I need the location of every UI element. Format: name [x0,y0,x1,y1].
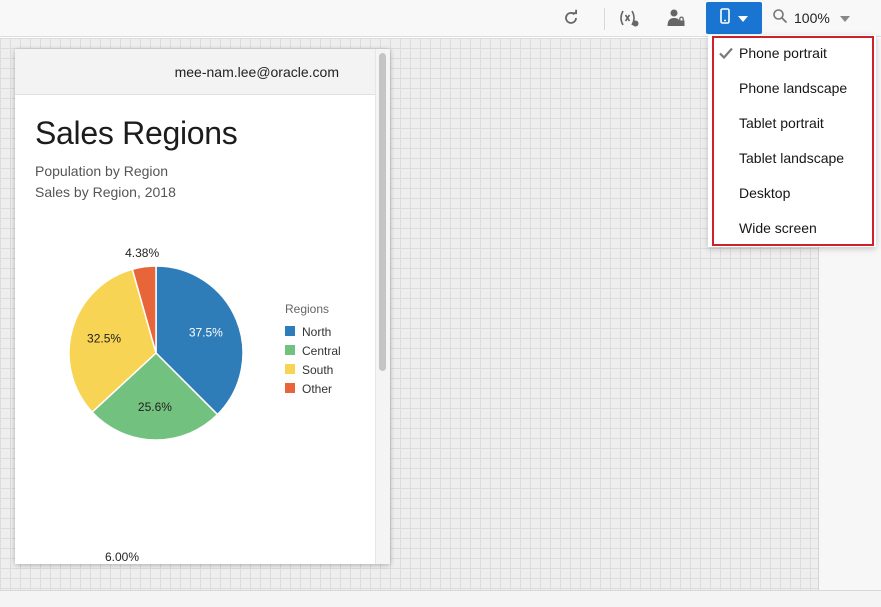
variables-icon[interactable] [616,6,642,30]
zoom-value: 100% [794,10,830,26]
legend-swatch-central [285,345,295,355]
slice-label-south: 32.5% [87,331,121,345]
toolbar: 100% [0,0,881,37]
sales-pie-chart: 37.5% 25.6% 32.5% 4.38% Regions North Central… [68,246,341,564]
caret-down-icon [839,9,850,27]
scrollbar-thumb[interactable] [379,53,386,371]
menu-item-label: Phone landscape [739,79,848,96]
zoom-select[interactable]: 100% [772,4,850,32]
menu-item-label: Phone portrait [739,44,827,61]
menu-item-phone-portrait[interactable]: Phone portrait [712,35,872,70]
menu-item-wide-screen[interactable]: Wide screen [712,210,872,245]
person-lock-icon[interactable] [663,6,689,30]
toolbar-separator [604,8,605,30]
legend-label-other[interactable]: Other [302,382,332,396]
legend-label-south[interactable]: South [302,363,333,377]
menu-item-label: Tablet portrait [739,114,824,131]
legend-swatch-north [285,326,295,336]
pie-legend: Regions North Central South Other [285,302,341,396]
slice-label-other: 4.38% [125,246,159,260]
menu-item-label: Desktop [739,184,791,201]
legend-label-central[interactable]: Central [302,344,341,358]
menu-item-label: Tablet landscape [739,149,845,166]
checkmark-icon [712,47,739,59]
legend-label-north[interactable]: North [302,325,331,339]
device-preview-button[interactable] [706,2,762,34]
phone-preview-frame: mee-nam.lee@oracle.com Sales Regions Pop… [15,49,390,564]
slice-label-north: 37.5% [189,325,223,339]
menu-item-label: Wide screen [739,219,817,236]
second-chart-slice-label: 6.00% [105,550,139,564]
bottom-bar [0,590,881,607]
phone-icon [720,7,730,29]
legend-swatch-other [285,383,295,393]
slice-label-central: 25.6% [138,400,172,414]
menu-item-desktop[interactable]: Desktop [712,175,872,210]
menu-item-tablet-landscape[interactable]: Tablet landscape [712,140,872,175]
second-pie-chart: 6.00% [105,550,139,564]
legend-swatch-south [285,364,295,374]
refresh-icon[interactable] [558,6,584,30]
magnifier-icon [772,8,788,29]
menu-item-phone-landscape[interactable]: Phone landscape [712,70,872,105]
legend-title: Regions [285,302,329,316]
menu-item-tablet-portrait[interactable]: Tablet portrait [712,105,872,140]
caret-down-icon [738,9,748,27]
